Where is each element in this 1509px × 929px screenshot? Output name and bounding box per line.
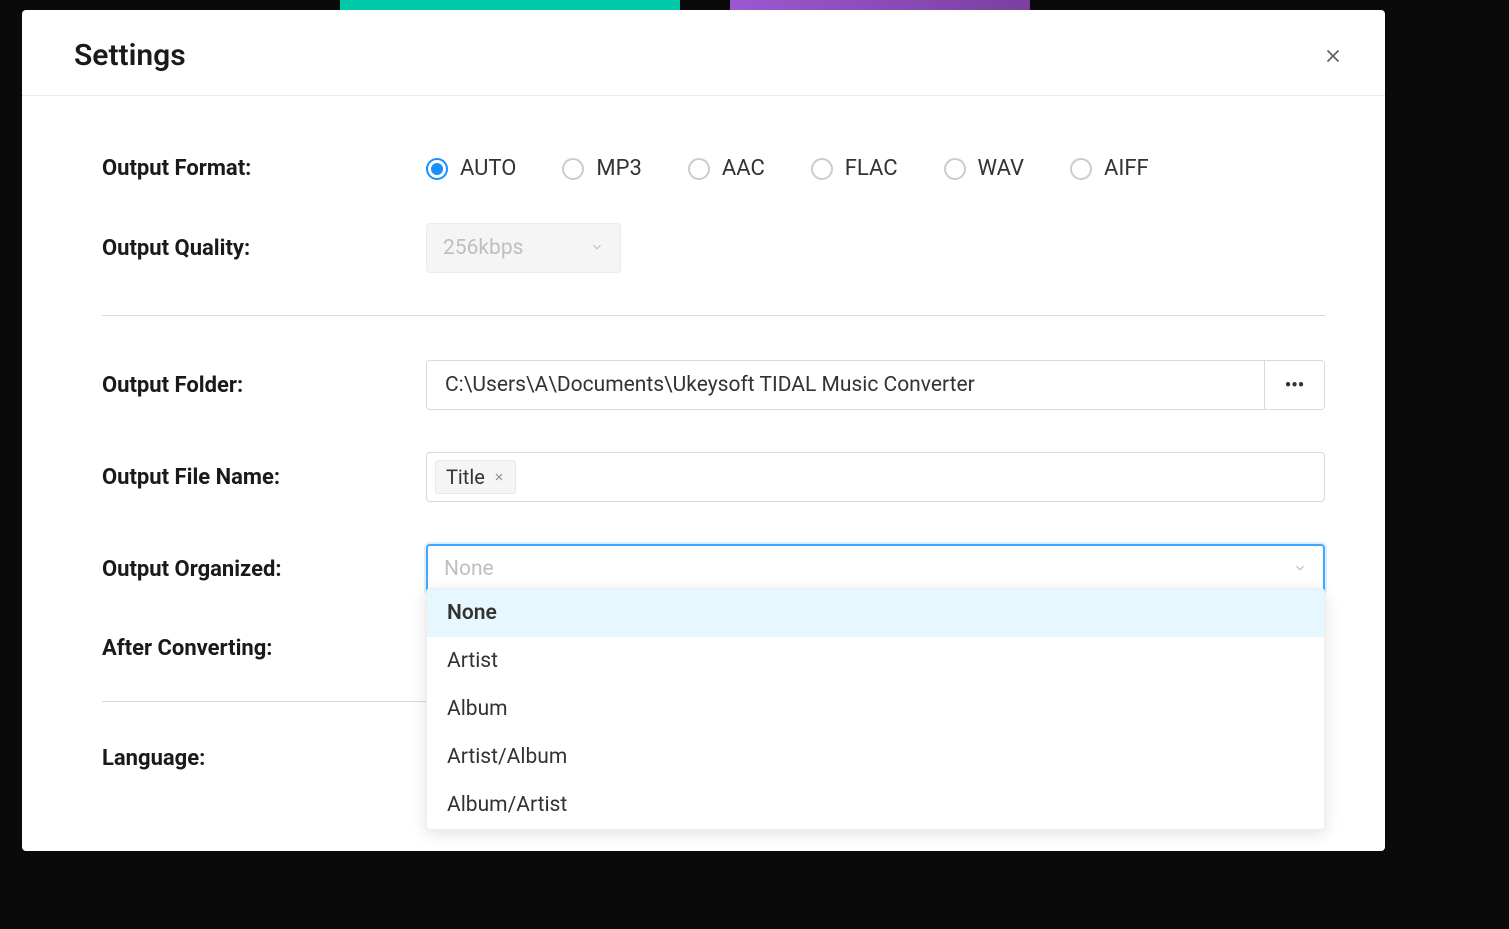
radio-auto[interactable]: AUTO (426, 156, 516, 181)
output-folder-label: Output Folder: (102, 373, 426, 398)
output-quality-select: 256kbps (426, 223, 621, 273)
chevron-down-icon (590, 236, 604, 260)
radio-label: MP3 (596, 156, 641, 181)
chevron-down-icon (1293, 557, 1307, 581)
radio-label: WAV (978, 156, 1024, 181)
settings-modal: Settings Output Format: AUTO MP3 AAC (22, 10, 1385, 851)
after-converting-label: After Converting: (102, 636, 426, 661)
output-organized-placeholder: None (444, 557, 494, 581)
dropdown-option-artist[interactable]: Artist (427, 637, 1324, 685)
output-folder-path[interactable]: C:\Users\A\Documents\Ukeysoft TIDAL Musi… (427, 361, 1264, 409)
close-icon (493, 471, 505, 483)
dropdown-option-none[interactable]: None (427, 589, 1324, 637)
radio-label: AUTO (460, 156, 516, 181)
radio-mp3[interactable]: MP3 (562, 156, 641, 181)
tag-remove-button[interactable] (493, 471, 505, 483)
radio-icon (426, 158, 448, 180)
file-name-tag: Title (435, 460, 516, 494)
close-icon (1322, 45, 1344, 67)
output-file-name-input[interactable]: Title (426, 452, 1325, 502)
modal-header: Settings (22, 10, 1385, 96)
output-quality-label: Output Quality: (102, 236, 426, 261)
dropdown-option-album-artist[interactable]: Album/Artist (427, 781, 1324, 829)
output-file-name-row: Output File Name: Title (102, 452, 1325, 502)
output-folder-field: C:\Users\A\Documents\Ukeysoft TIDAL Musi… (426, 360, 1325, 410)
radio-icon (688, 158, 710, 180)
radio-flac[interactable]: FLAC (811, 156, 898, 181)
radio-icon (811, 158, 833, 180)
radio-label: FLAC (845, 156, 898, 181)
output-organized-row: Output Organized: None (102, 544, 1325, 594)
tag-text: Title (446, 465, 485, 489)
output-quality-value: 256kbps (443, 236, 523, 260)
radio-aiff[interactable]: AIFF (1070, 156, 1149, 181)
output-file-name-label: Output File Name: (102, 465, 426, 490)
radio-label: AAC (722, 156, 765, 181)
output-format-row: Output Format: AUTO MP3 AAC FLAC (102, 156, 1325, 181)
output-format-radio-group: AUTO MP3 AAC FLAC WAV (426, 156, 1149, 181)
modal-body: Output Format: AUTO MP3 AAC FLAC (22, 96, 1385, 851)
output-quality-row: Output Quality: 256kbps (102, 223, 1325, 273)
output-organized-select[interactable]: None (426, 544, 1325, 594)
radio-icon (944, 158, 966, 180)
output-organized-dropdown: None Artist Album Artist/Album Album/Art… (426, 588, 1325, 830)
radio-aac[interactable]: AAC (688, 156, 765, 181)
radio-label: AIFF (1104, 156, 1149, 181)
close-button[interactable] (1321, 44, 1345, 68)
output-folder-row: Output Folder: C:\Users\A\Documents\Ukey… (102, 360, 1325, 410)
browse-folder-button[interactable]: ••• (1264, 361, 1324, 409)
dropdown-option-album[interactable]: Album (427, 685, 1324, 733)
output-format-label: Output Format: (102, 156, 426, 181)
divider (102, 315, 1325, 316)
output-organized-label: Output Organized: (102, 557, 426, 582)
radio-icon (1070, 158, 1092, 180)
dropdown-option-artist-album[interactable]: Artist/Album (427, 733, 1324, 781)
radio-icon (562, 158, 584, 180)
modal-title: Settings (74, 38, 186, 73)
radio-wav[interactable]: WAV (944, 156, 1024, 181)
language-label: Language: (102, 746, 426, 771)
